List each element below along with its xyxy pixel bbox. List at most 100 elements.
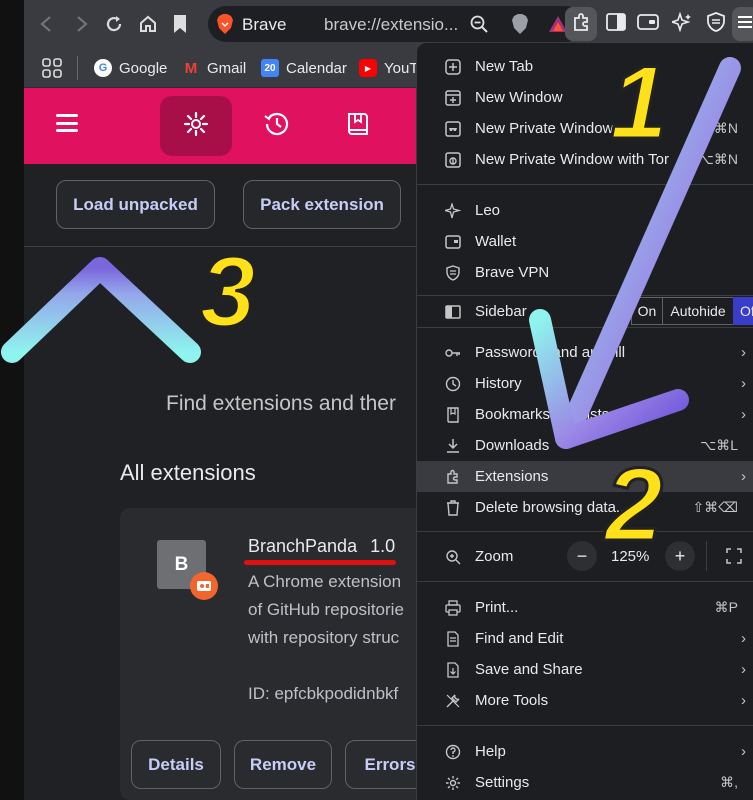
extension-card: B BranchPanda 1.0 A Chrome extension of … [120, 508, 440, 800]
arrow-head-load-unpacked [1, 257, 201, 363]
trash-icon [444, 499, 462, 517]
menu-label: Extensions [475, 468, 549, 485]
hamburger-menu-icon [737, 15, 753, 34]
remove-button[interactable]: Remove [234, 740, 332, 789]
screenshot-root: Brave brave://extensio... G Google M Gma… [0, 0, 753, 800]
nav-history-tab[interactable] [241, 96, 313, 156]
new-tab-icon [444, 58, 462, 76]
home-icon[interactable] [136, 12, 160, 36]
menu-separator [417, 531, 753, 532]
menu-item-new-window[interactable]: New Window [417, 82, 753, 113]
menu-separator [417, 581, 753, 582]
download-icon [444, 437, 462, 455]
menu-item-history[interactable]: History › [417, 368, 753, 399]
brave-shields-icon[interactable] [511, 14, 529, 39]
url-text[interactable]: brave://extensio... [324, 15, 458, 35]
vpn-shield-icon [707, 11, 725, 37]
back-icon[interactable] [34, 12, 58, 36]
bookmark-google[interactable]: G Google [94, 56, 167, 80]
description-line: A Chrome extension [248, 572, 402, 591]
menu-item-new-tab[interactable]: New Tab [417, 51, 753, 82]
menu-item-downloads[interactable]: Downloads ⌥⌘L [417, 430, 753, 461]
sidebar-autohide-option[interactable]: Autohide [662, 297, 734, 325]
zoom-indicator-icon[interactable] [470, 15, 488, 38]
menu-item-bookmarks[interactable]: Bookmarks and lists › [417, 399, 753, 430]
load-unpacked-button[interactable]: Load unpacked [56, 180, 215, 229]
menu-shortcut: ⇧⌘⌫ [692, 499, 738, 515]
nav-store-tab[interactable] [322, 96, 394, 156]
menu-item-help[interactable]: Help › [417, 736, 753, 767]
find-extensions-text: Find extensions and ther [166, 392, 396, 415]
menu-item-print[interactable]: Print... ⌘P [417, 592, 753, 623]
menu-item-extensions[interactable]: Extensions › [417, 461, 753, 492]
zoom-icon [444, 548, 462, 566]
extensions-toolbar-button[interactable] [565, 7, 597, 41]
menu-shortcut: ⌘, [720, 774, 738, 790]
menu-item-save-share[interactable]: Save and Share › [417, 654, 753, 685]
description-line: with repository struc [248, 628, 400, 647]
bookmarks-book-icon [444, 406, 462, 424]
sparkle-icon [669, 10, 692, 37]
brave-lion-icon [216, 14, 234, 34]
menu-item-leo[interactable]: Leo [417, 195, 753, 226]
menu-separator [417, 725, 753, 726]
menu-item-passwords[interactable]: Passwords and autofill › [417, 337, 753, 368]
bookmark-label: Google [119, 59, 168, 77]
menu-item-settings[interactable]: Settings ⌘, [417, 767, 753, 798]
menu-label: Settings [475, 774, 530, 791]
pack-extension-button[interactable]: Pack extension [243, 180, 401, 229]
history-icon [444, 375, 462, 393]
step-number-3: 3 [200, 236, 256, 348]
printer-icon [444, 599, 462, 617]
leo-sparkle-icon [444, 202, 462, 220]
chevron-right-icon: › [741, 692, 746, 709]
menu-label: New Window [475, 89, 563, 106]
tools-icon [444, 692, 462, 710]
menu-label: Save and Share [475, 661, 583, 678]
main-menu-button[interactable] [732, 7, 753, 41]
reload-icon[interactable] [102, 12, 126, 36]
wallet-toolbar-button[interactable] [632, 7, 664, 41]
bookmark-label: Calendar [286, 59, 347, 77]
sidebar-toggle-button[interactable] [600, 7, 632, 41]
menu-item-more-tools[interactable]: More Tools › [417, 685, 753, 716]
bookmark-icon[interactable] [168, 12, 192, 36]
details-button[interactable]: Details [131, 740, 221, 789]
apps-grid-icon[interactable] [42, 58, 62, 83]
fullscreen-icon[interactable] [726, 548, 742, 569]
chevron-right-icon: › [741, 344, 746, 361]
youtube-icon: ▶ [359, 59, 377, 77]
actions-divider [24, 246, 424, 247]
menu-item-new-private-window[interactable]: New Private Window ⇧⌘N [417, 113, 753, 144]
chevron-right-icon: › [741, 406, 746, 423]
zoom-divider [706, 541, 707, 571]
extension-name: BranchPanda [248, 536, 358, 556]
leo-toolbar-button[interactable] [666, 7, 698, 41]
menu-label: Bookmarks and lists [475, 406, 610, 423]
menu-item-delete-browsing-data[interactable]: Delete browsing data... ⇧⌘⌫ [417, 492, 753, 523]
extension-name-line: BranchPanda 1.0 [248, 536, 395, 557]
book-icon [346, 111, 370, 142]
chevron-right-icon: › [741, 661, 746, 678]
menu-separator [417, 327, 753, 328]
forward-icon[interactable] [70, 12, 94, 36]
hamburger-icon[interactable] [56, 114, 78, 132]
bookmark-calendar[interactable]: 20 Calendar [261, 56, 347, 80]
menu-label: More Tools [475, 692, 549, 709]
menu-item-find-edit[interactable]: Find and Edit › [417, 623, 753, 654]
vpn-toolbar-button[interactable] [700, 7, 732, 41]
menu-item-wallet[interactable]: Wallet [417, 226, 753, 257]
zoom-out-button[interactable]: − [567, 541, 597, 571]
menu-item-brave-vpn[interactable]: Brave VPN [417, 257, 753, 288]
bookmark-gmail[interactable]: M Gmail [182, 56, 246, 80]
sidebar-on-option[interactable]: On [631, 297, 663, 325]
menu-label: Help [475, 743, 506, 760]
browser-main-menu: New Tab New Window New Private Window ⇧⌘… [416, 42, 753, 800]
menu-item-new-private-tor[interactable]: New Private Window with Tor ⌥⌘N [417, 144, 753, 175]
nav-settings-tab[interactable] [160, 96, 232, 156]
chevron-right-icon: › [741, 743, 746, 760]
zoom-in-button[interactable]: + [665, 541, 695, 571]
wallet-icon [444, 233, 462, 251]
address-bar[interactable]: Brave brave://extensio... [208, 6, 584, 42]
sidebar-off-option[interactable]: Off [733, 297, 753, 325]
